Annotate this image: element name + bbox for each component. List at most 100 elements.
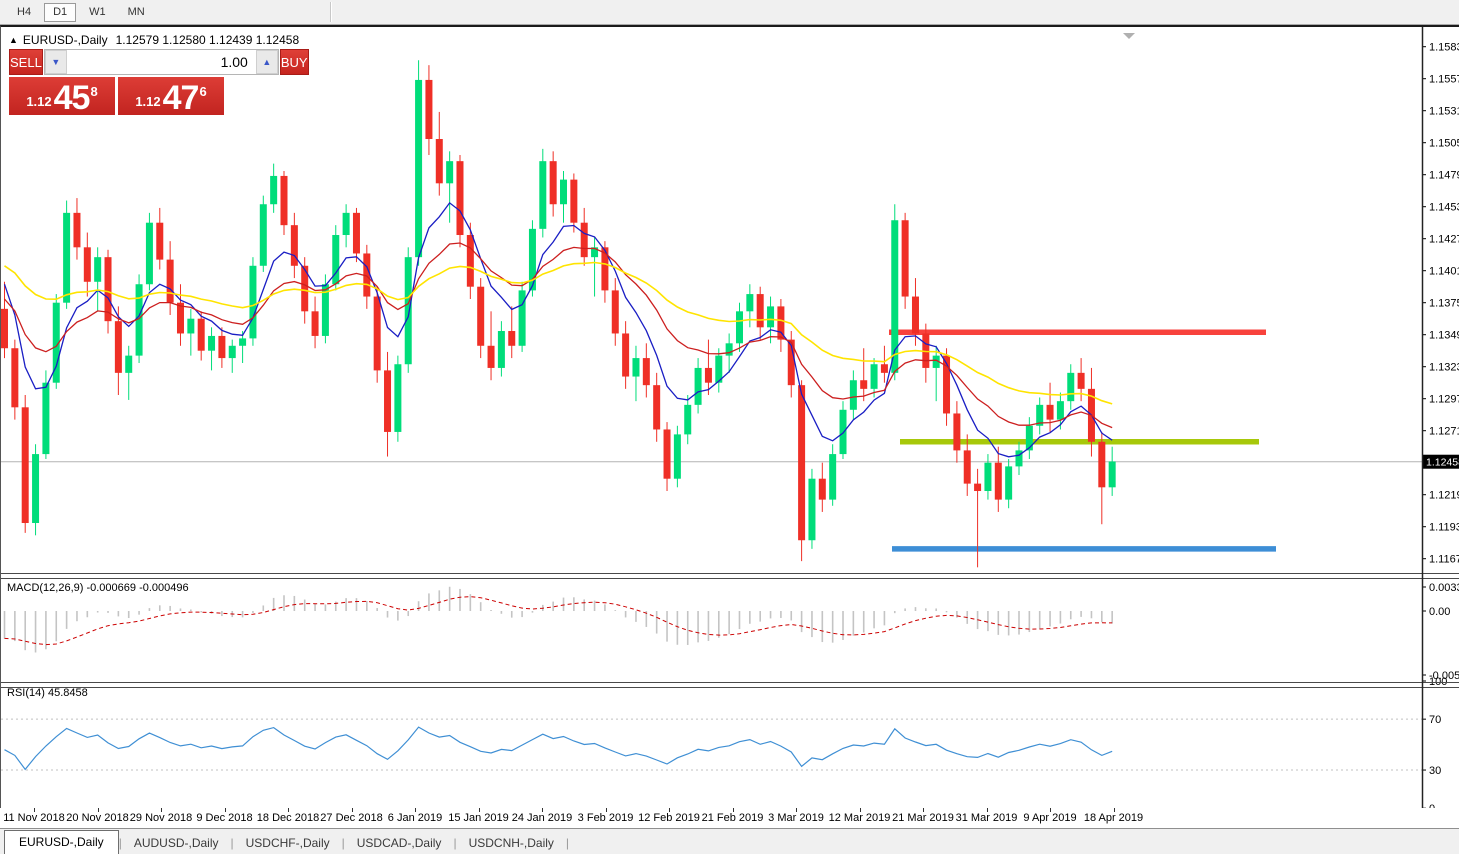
volume-increase-icon[interactable]: ▲ [256, 50, 278, 74]
price-tick-label: 1.14010 [1429, 266, 1459, 278]
chart-header: ▲EURUSD-,Daily1.12579 1.12580 1.12439 1.… [9, 33, 299, 47]
bull-candle [270, 176, 277, 204]
bear-candle [353, 213, 360, 254]
bear-candle [115, 321, 122, 373]
bull-candle [498, 331, 505, 368]
bear-candle [912, 297, 919, 334]
bull-candle [829, 454, 836, 500]
bull-candle [125, 356, 132, 373]
bull-candle [808, 479, 815, 541]
bull-candle [63, 213, 70, 303]
bear-candle [798, 385, 805, 540]
bear-candle [218, 336, 225, 358]
tab-usdcad[interactable]: USDCAD-,Daily [345, 833, 454, 854]
sell-price-sup: 8 [90, 84, 97, 99]
price-scale[interactable]: 1.158301.155701.153101.150501.147901.145… [1422, 42, 1459, 810]
bull-candle [229, 346, 236, 358]
date-tick-label: 12 Feb 2019 [638, 812, 700, 824]
bull-candle [539, 161, 546, 229]
date-tick-label: 12 Mar 2019 [829, 812, 891, 824]
toolbar-separator [330, 2, 332, 22]
bear-candle [384, 370, 391, 432]
bull-candle [187, 319, 194, 334]
tab-usdcnh[interactable]: USDCNH-,Daily [457, 833, 566, 854]
macd-axis-label: 0.00 [1429, 606, 1450, 618]
chart-window[interactable]: ▲EURUSD-,Daily1.12579 1.12580 1.12439 1.… [0, 25, 1459, 808]
buy-price-big: 47 [163, 83, 199, 113]
symbol-tab-bar: EURUSD-,Daily|AUDUSD-,Daily|USDCHF-,Dail… [0, 828, 1459, 854]
bear-candle [643, 358, 650, 385]
price-tick-label: 1.15570 [1429, 74, 1459, 86]
symbol-period-label: EURUSD-,Daily [23, 33, 108, 47]
bull-candle [239, 338, 246, 345]
bear-candle [964, 450, 971, 483]
bull-candle [736, 311, 743, 343]
bull-candle [850, 380, 857, 410]
bear-candle [312, 311, 319, 336]
bear-candle [374, 297, 381, 371]
main-price-pane[interactable] [1, 60, 1422, 567]
date-tick-label: 3 Mar 2019 [768, 812, 824, 824]
sell-quote-panel[interactable]: 1.12 45 8 [9, 77, 115, 115]
sell-price-prefix: 1.12 [26, 94, 51, 109]
bull-candle [695, 368, 702, 405]
timeframe-button-mn[interactable]: MN [119, 3, 154, 22]
bull-candle [632, 358, 639, 376]
volume-input[interactable] [67, 50, 256, 74]
timeframe-button-h4[interactable]: H4 [8, 3, 40, 22]
bear-candle [436, 139, 443, 183]
bull-candle [1026, 426, 1033, 451]
bear-candle [11, 348, 18, 407]
date-tick-label: 29 Nov 2018 [130, 812, 192, 824]
tab-separator: | [566, 836, 569, 854]
bull-candle [984, 463, 991, 491]
bull-candle [767, 306, 774, 327]
date-tick-label: 9 Apr 2019 [1023, 812, 1076, 824]
date-axis[interactable]: 11 Nov 201820 Nov 201829 Nov 20189 Dec 2… [0, 808, 1459, 828]
chart-shift-marker-icon[interactable] [1123, 33, 1135, 39]
current-price-badge-label: 1.12458 [1426, 457, 1459, 469]
bear-candle [1098, 442, 1105, 488]
collapse-triangle-icon[interactable]: ▲ [9, 35, 18, 45]
bear-candle [757, 294, 764, 327]
bear-candle [281, 176, 288, 225]
bear-candle [156, 223, 163, 260]
bull-candle [560, 180, 567, 205]
bear-candle [488, 346, 495, 368]
volume-decrease-icon[interactable]: ▼ [45, 50, 67, 74]
buy-button[interactable]: BUY [280, 49, 309, 75]
price-tick-label: 1.15310 [1429, 106, 1459, 118]
timeframe-button-w1[interactable]: W1 [80, 3, 115, 22]
sell-button[interactable]: SELL [9, 49, 43, 75]
timeframe-button-d1[interactable]: D1 [44, 3, 76, 22]
bear-candle [1, 309, 8, 348]
bear-candle [425, 80, 432, 139]
rsi-axis-label: 70 [1429, 714, 1441, 726]
rsi-axis-label: 30 [1429, 765, 1441, 777]
price-tick-label: 1.14270 [1429, 234, 1459, 246]
bull-candle [32, 454, 39, 523]
buy-price-prefix: 1.12 [135, 94, 160, 109]
bull-candle [746, 294, 753, 311]
price-tick-label: 1.14790 [1429, 170, 1459, 182]
bear-candle [1047, 405, 1054, 420]
buy-quote-panel[interactable]: 1.12 47 6 [118, 77, 224, 115]
bull-candle [1067, 373, 1074, 401]
tab-eurusd[interactable]: EURUSD-,Daily [4, 830, 119, 854]
rsi-label: RSI(14) 45.8458 [7, 687, 88, 699]
tab-audusd[interactable]: AUDUSD-,Daily [122, 833, 231, 854]
bear-candle [705, 368, 712, 383]
bull-candle [405, 257, 412, 364]
price-chart-svg[interactable]: MACD(12,26,9) -0.000669 -0.000496 RSI(14)… [1, 27, 1459, 810]
macd-pane[interactable]: MACD(12,26,9) -0.000669 -0.000496 [5, 582, 1113, 652]
date-tick-label: 24 Jan 2019 [512, 812, 573, 824]
tab-usdchf[interactable]: USDCHF-,Daily [234, 833, 342, 854]
trading-terminal-window: H4D1W1MN ▲EURUSD-,Daily1.12579 1.12580 1… [0, 0, 1459, 854]
rsi-pane[interactable]: RSI(14) 45.8458 [1, 687, 1422, 770]
bear-candle [84, 247, 91, 281]
date-tick-label: 18 Apr 2019 [1084, 812, 1143, 824]
bear-candle [167, 260, 174, 303]
timeframe-toolbar: H4D1W1MN [0, 0, 1459, 25]
date-tick-label: 9 Dec 2018 [196, 812, 252, 824]
bear-candle [550, 161, 557, 204]
